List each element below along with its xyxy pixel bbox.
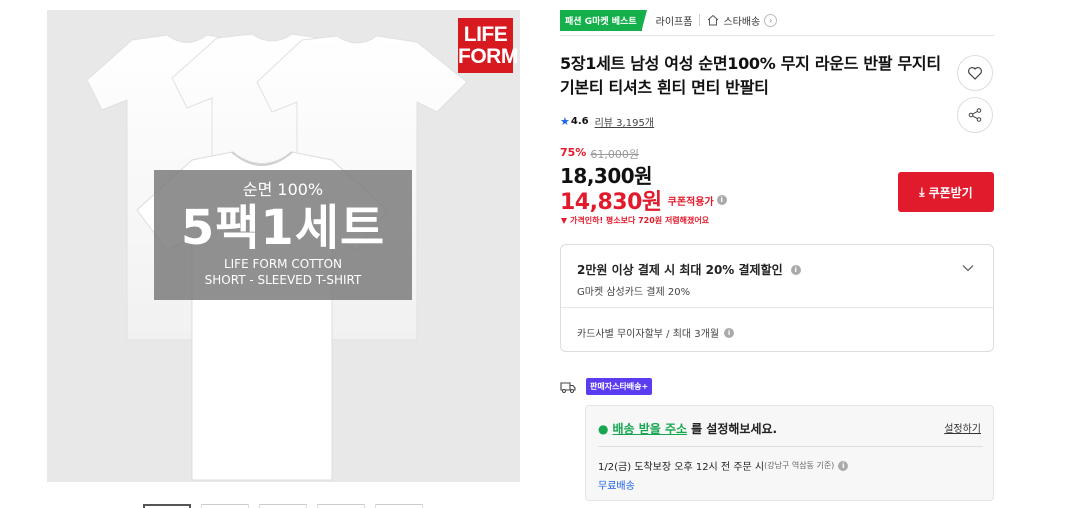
installment-text: 카드사별 무이자할부 / 최대 3개월 <box>577 329 720 340</box>
rating-score: 4.6 <box>570 116 589 127</box>
divider <box>699 14 701 26</box>
thumbnail[interactable] <box>317 504 365 508</box>
location-pin-icon: ● <box>598 421 609 436</box>
address-prompt: ● 배송 받을 주소 를 설정해보세요. <box>598 420 777 437</box>
thumbnail[interactable] <box>375 504 423 508</box>
tag-row: 패션 G마켓 베스트 라이프폼 스타배송 › <box>560 9 778 31</box>
card-benefit-subtitle: G마켓 삼성카드 결제 20% <box>577 287 691 298</box>
info-icon[interactable]: i <box>724 327 735 338</box>
share-icon <box>968 108 982 122</box>
shipping-row: 판매자스타배송+ <box>560 378 653 395</box>
home-icon <box>708 14 719 26</box>
coupon-button-label: 쿠폰받기 <box>928 185 973 200</box>
card-benefit-title: 2만원 이상 결제 시 최대 20% 결제할인 i <box>577 261 801 278</box>
coupon-price-label: 쿠폰적용가 <box>667 196 714 208</box>
truck-icon <box>560 381 576 393</box>
coupon-price: 14,830원 <box>560 190 662 215</box>
promo-sub: 순면 100% <box>242 180 324 199</box>
product-image[interactable]: LIFE FORM 순면 100% 5팩1세트 LIFE FORM COTTON… <box>47 10 520 482</box>
product-title: 5장1세트 남성 여성 순면100% 무지 라운드 반팔 무지티 기본티 티셔츠… <box>560 54 941 97</box>
promo-eng-line1: LIFE FORM COTTON <box>223 257 343 271</box>
promo-overlay: 순면 100% 5팩1세트 LIFE FORM COTTON SHORT - S… <box>154 170 412 300</box>
star-icon: ★ <box>560 115 570 128</box>
review-link[interactable]: 리뷰 3,195개 <box>595 114 654 129</box>
thumbnail-strip <box>143 504 423 508</box>
card-benefit-title-text: 2만원 이상 결제 시 최대 20% 결제할인 <box>577 263 783 277</box>
info-icon[interactable]: i <box>790 264 801 275</box>
divider <box>560 35 994 36</box>
chevron-down-icon[interactable] <box>961 261 975 275</box>
seller-star-delivery-badge: 판매자스타배송+ <box>586 378 653 395</box>
set-address-link[interactable]: 설정하기 <box>944 420 981 435</box>
thumbnail[interactable] <box>259 504 307 508</box>
wishlist-button[interactable] <box>957 55 993 91</box>
rating: ★ 4.6 리뷰 3,195개 <box>560 114 654 129</box>
best-badge[interactable]: 패션 G마켓 베스트 <box>560 9 647 31</box>
coupon-download-button[interactable]: ⤓ 쿠폰받기 <box>898 172 994 212</box>
download-icon: ⤓ <box>919 184 925 199</box>
delivery-address-box: ● 배송 받을 주소 를 설정해보세요. 설정하기 1/2(금) 도착보장 오후… <box>585 405 994 501</box>
price-drop-text: 가격인하! 평소보다 720원 저렴해졌어요 <box>570 216 710 225</box>
promo-main: 5팩1세트 <box>180 200 386 256</box>
promo-eng-line2: SHORT - SLEEVED T-SHIRT <box>204 273 362 287</box>
thumbnail[interactable] <box>143 504 191 508</box>
chevron-right-icon: › <box>764 13 778 27</box>
brand-logo: LIFE FORM <box>458 18 518 73</box>
info-icon[interactable]: i <box>838 460 849 471</box>
address-link[interactable]: 배송 받을 주소 <box>612 420 687 437</box>
info-icon[interactable]: i <box>716 195 727 205</box>
delivery-location-note: (강남구 역삼동 기준) <box>764 461 835 470</box>
divider <box>598 446 983 447</box>
delivery-guarantee: 1/2(금) 도착보장 오후 12시 전 주문 시 (강남구 역삼동 기준) i <box>598 458 849 473</box>
thumbnail[interactable] <box>201 504 249 508</box>
card-benefit-box[interactable]: 2만원 이상 결제 시 최대 20% 결제할인 i G마켓 삼성카드 결제 20… <box>560 244 994 352</box>
price-drop-note: 가격인하! 평소보다 720원 저렴해졌어요 <box>560 215 709 226</box>
star-delivery-link[interactable]: 스타배송 › <box>707 13 778 28</box>
heart-icon <box>968 67 982 80</box>
address-prompt-text: 를 설정해보세요. <box>691 422 778 436</box>
coupon-price-row: 14,830원 쿠폰적용가 i <box>560 184 727 216</box>
share-button[interactable] <box>957 97 993 133</box>
arrow-down-icon <box>561 217 567 224</box>
star-delivery-label: 스타배송 <box>723 16 761 28</box>
divider <box>561 307 993 308</box>
installment-info: 카드사별 무이자할부 / 최대 3개월 i <box>577 325 735 340</box>
delivery-guarantee-text: 1/2(금) 도착보장 오후 12시 전 주문 시 <box>598 462 765 473</box>
free-shipping: 무료배송 <box>598 481 635 492</box>
shop-name-link[interactable]: 라이프폼 <box>656 13 693 28</box>
